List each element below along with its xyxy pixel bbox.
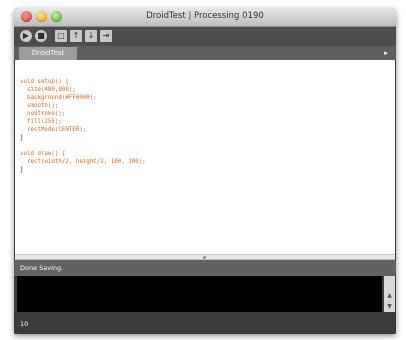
code-line: void setup() { [20,79,69,85]
line-number-bar: 10 [14,312,396,334]
code-line: rect(width/2, height/2, 100, 100); [20,159,146,165]
code-line: noStroke(); [20,111,66,117]
line-number: 10 [20,320,29,328]
console-output[interactable] [17,276,382,312]
splitter-grip-icon [203,256,206,259]
code-line: fill(255); [20,119,62,125]
processing-ide-window: DroidTest | Processing 0190 ▶ ■ □ ↑ ↓ ⇥ … [14,8,396,334]
tab-menu-arrow-icon[interactable]: ▸ [381,48,391,58]
scroll-down-icon[interactable]: ▼ [384,301,395,312]
run-button[interactable]: ▶ [20,30,32,42]
status-message: Done Saving. [20,264,64,272]
code-line: background(#FF0000); [20,95,97,101]
status-bar: Done Saving. [14,260,396,276]
toolbar: ▶ ■ □ ↑ ↓ ⇥ [14,27,396,46]
tab-droidtest[interactable]: DroidTest [19,47,77,60]
code-line: size(480,800); [20,87,76,93]
export-button[interactable]: ⇥ [100,30,112,42]
code-line: void draw() { [20,151,66,157]
code-line: rectMode(CENTER); [20,127,87,133]
title-bar[interactable]: DroidTest | Processing 0190 [14,8,396,27]
console-scrollbar[interactable]: ▲ ▼ [384,276,395,312]
tab-bar: DroidTest ▸ [14,46,396,60]
open-button[interactable]: ↑ [70,30,82,42]
code-editor[interactable]: void setup() { size(480,800); background… [15,60,395,254]
save-button[interactable]: ↓ [85,30,97,42]
new-button[interactable]: □ [55,30,67,42]
window-title: DroidTest | Processing 0190 [146,11,264,21]
stop-button[interactable]: ■ [35,30,47,42]
scroll-up-icon[interactable]: ▲ [384,290,395,301]
code-line: } [20,167,24,173]
code-line: } [20,135,24,141]
code-line: smooth(); [20,103,59,109]
